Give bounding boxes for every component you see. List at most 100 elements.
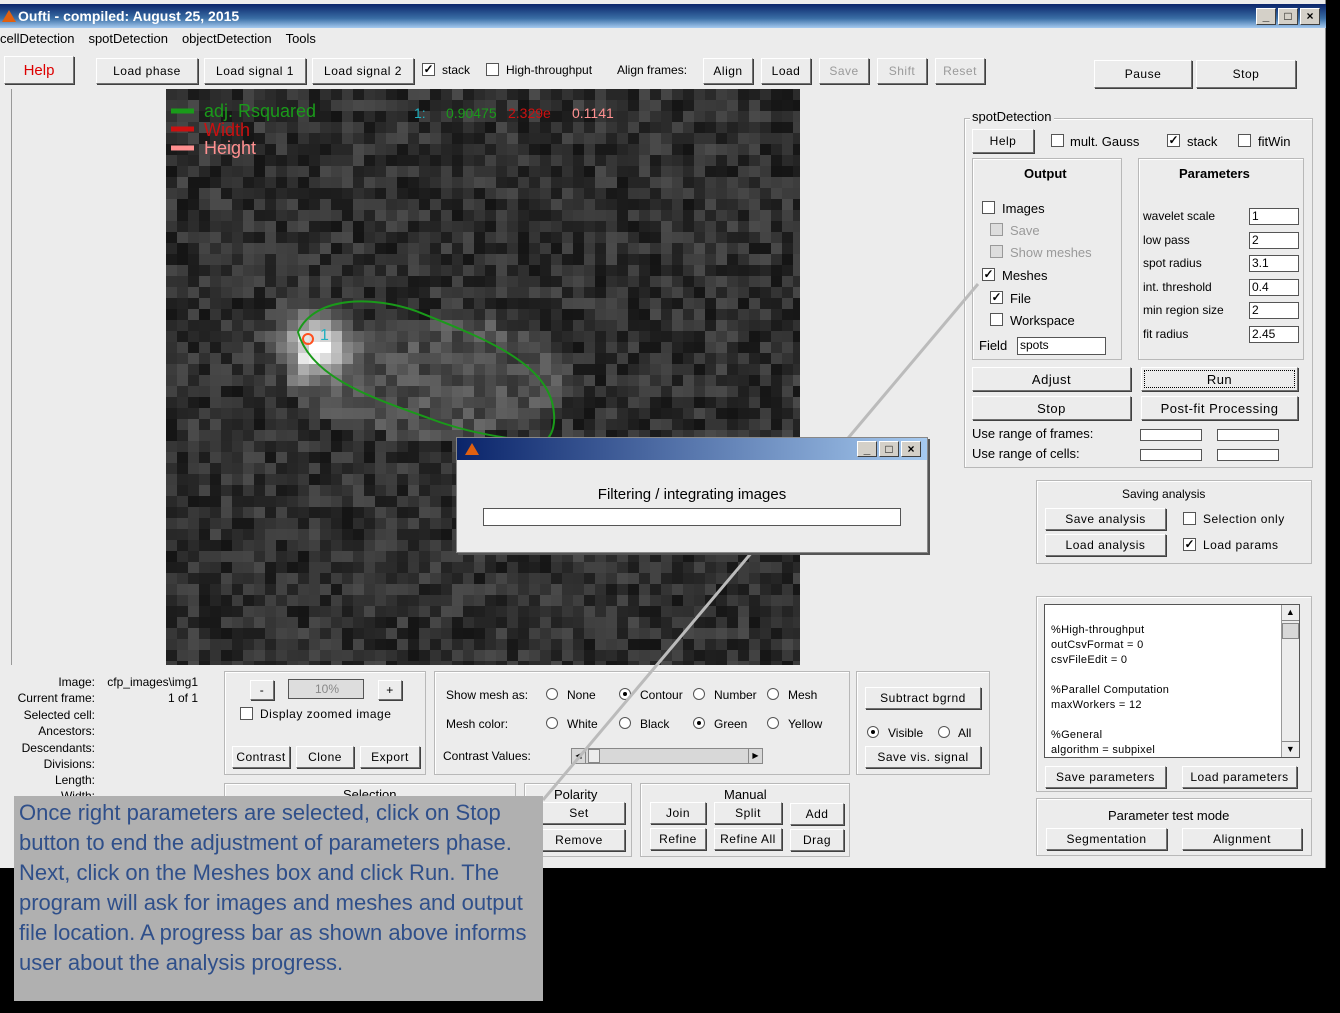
align-button[interactable]: Align — [703, 58, 753, 84]
fitwin-checkbox[interactable] — [1238, 134, 1251, 147]
slider-thumb[interactable] — [588, 749, 600, 763]
file-checkbox[interactable]: ✓ — [990, 291, 1003, 304]
parameters-textbox[interactable]: %High-throughput outCsvFormat = 0 csvFileE… — [1044, 604, 1300, 758]
info-frame-value: 1 of 1 — [167, 691, 198, 705]
minimize-icon[interactable]: _ — [1256, 8, 1276, 25]
load-signal2-button[interactable]: Load signal 2 — [312, 58, 414, 84]
join-button[interactable]: Join — [650, 802, 706, 824]
readout-height: 0.1141 — [572, 105, 614, 121]
show-meshes-checkbox[interactable] — [990, 245, 1003, 258]
radio-none[interactable] — [546, 688, 558, 700]
load-button[interactable]: Load — [761, 58, 811, 84]
radio-black[interactable] — [619, 717, 631, 729]
radio-yellow[interactable] — [767, 717, 779, 729]
stop-toolbar-button[interactable]: Stop — [1196, 60, 1296, 88]
polarity-set-button[interactable]: Set — [533, 802, 625, 824]
display-zoomed-checkbox[interactable] — [240, 707, 253, 720]
spot-stop-button[interactable]: Stop — [972, 396, 1131, 420]
mult-gauss-checkbox[interactable] — [1051, 134, 1064, 147]
post-fit-button[interactable]: Post-fit Processing — [1141, 396, 1298, 420]
segmentation-button[interactable]: Segmentation — [1046, 828, 1167, 850]
export-button[interactable]: Export — [360, 746, 420, 768]
radio-number[interactable] — [693, 688, 705, 700]
save-vis-signal-button[interactable]: Save vis. signal — [865, 746, 981, 768]
slider-right-icon[interactable]: ▶ — [748, 749, 762, 763]
radio-green[interactable] — [693, 717, 705, 729]
param-input-spotradius[interactable]: 3.1 — [1249, 255, 1299, 272]
clone-button[interactable]: Clone — [296, 746, 354, 768]
scroll-thumb[interactable] — [1282, 623, 1299, 639]
param-input-fitradius[interactable]: 2.45 — [1249, 326, 1299, 343]
range-frames-start[interactable] — [1140, 429, 1202, 441]
drag-button[interactable]: Drag — [790, 829, 844, 851]
slider-left-icon[interactable]: ◀ — [572, 749, 586, 763]
load-phase-button[interactable]: Load phase — [96, 58, 198, 84]
refine-all-button[interactable]: Refine All — [714, 828, 782, 850]
images-checkbox[interactable] — [982, 201, 995, 214]
contrast-button[interactable]: Contrast — [232, 746, 290, 768]
params-text-line: algorithm = subpixel — [1051, 744, 1156, 756]
save-button[interactable]: Save — [819, 58, 869, 84]
selection-only-checkbox[interactable] — [1183, 512, 1196, 525]
textbox-scrollbar[interactable]: ▲ ▼ — [1281, 605, 1299, 757]
dialog-minimize-icon[interactable]: _ — [857, 441, 877, 457]
workspace-checkbox[interactable] — [990, 313, 1003, 326]
polarity-remove-button[interactable]: Remove — [533, 829, 625, 851]
params-text-line — [1051, 713, 1299, 728]
param-input-lowpass[interactable]: 2 — [1249, 232, 1299, 249]
left-scrollbar[interactable] — [0, 89, 12, 665]
menu-spotdetection[interactable]: spotDetection — [88, 28, 168, 50]
radio-contour[interactable] — [619, 688, 631, 700]
param-input-wavelet[interactable]: 1 — [1249, 208, 1299, 225]
save-parameters-button[interactable]: Save parameters — [1045, 766, 1166, 788]
load-analysis-button[interactable]: Load analysis — [1045, 534, 1166, 556]
high-throughput-checkbox[interactable] — [486, 63, 499, 76]
add-button[interactable]: Add — [790, 803, 844, 825]
pause-button[interactable]: Pause — [1094, 60, 1192, 88]
range-cells-start[interactable] — [1140, 449, 1202, 461]
scroll-down-icon[interactable]: ▼ — [1282, 741, 1299, 757]
alignment-button[interactable]: Alignment — [1182, 828, 1302, 850]
contrast-slider[interactable]: ◀ ▶ — [571, 748, 763, 764]
load-signal1-button[interactable]: Load signal 1 — [204, 58, 306, 84]
dialog-close-icon[interactable]: × — [901, 441, 921, 457]
spot-help-button[interactable]: Help — [972, 129, 1034, 153]
close-icon[interactable]: × — [1300, 8, 1320, 25]
split-button[interactable]: Split — [714, 802, 782, 824]
radio-visible[interactable] — [867, 726, 879, 738]
zoom-level-field[interactable]: 10% — [288, 679, 364, 699]
fitwin-label: fitWin — [1258, 134, 1291, 149]
image-canvas[interactable]: adj. Rsquared Width Height 1: 0.90475 2.… — [166, 89, 800, 665]
zoom-in-button[interactable]: + — [378, 680, 402, 700]
field-input[interactable]: spots — [1017, 337, 1106, 355]
meshes-checkbox[interactable]: ✓ — [982, 268, 995, 281]
run-button[interactable]: Run — [1141, 367, 1298, 391]
load-parameters-button[interactable]: Load parameters — [1182, 766, 1297, 788]
reset-button[interactable]: Reset — [935, 58, 985, 84]
zoom-out-button[interactable]: - — [250, 680, 274, 700]
range-cells-end[interactable] — [1217, 449, 1279, 461]
save-checkbox[interactable] — [990, 223, 1003, 236]
stack-checkbox[interactable]: ✓ — [422, 63, 435, 76]
radio-all[interactable] — [938, 726, 950, 738]
save-analysis-button[interactable]: Save analysis — [1045, 508, 1166, 530]
load-params-checkbox[interactable]: ✓ — [1183, 538, 1196, 551]
refine-button[interactable]: Refine — [650, 828, 706, 850]
menu-objectdetection[interactable]: objectDetection — [182, 28, 272, 50]
dialog-maximize-icon[interactable]: □ — [879, 441, 899, 457]
dialog-titlebar: _ □ × — [457, 438, 927, 460]
menu-tools[interactable]: Tools — [286, 28, 316, 50]
adjust-button[interactable]: Adjust — [972, 367, 1131, 391]
scroll-up-icon[interactable]: ▲ — [1282, 605, 1299, 621]
menu-celldetection[interactable]: cellDetection — [0, 28, 74, 50]
param-input-threshold[interactable]: 0.4 — [1249, 279, 1299, 296]
radio-mesh[interactable] — [767, 688, 779, 700]
maximize-icon[interactable]: □ — [1278, 8, 1298, 25]
radio-white[interactable] — [546, 717, 558, 729]
range-frames-end[interactable] — [1217, 429, 1279, 441]
spot-stack-checkbox[interactable]: ✓ — [1167, 134, 1180, 147]
help-button[interactable]: Help — [4, 56, 74, 84]
subtract-bgrnd-button[interactable]: Subtract bgrnd — [865, 687, 981, 709]
param-input-minregion[interactable]: 2 — [1249, 302, 1299, 319]
shift-button[interactable]: Shift — [877, 58, 927, 84]
